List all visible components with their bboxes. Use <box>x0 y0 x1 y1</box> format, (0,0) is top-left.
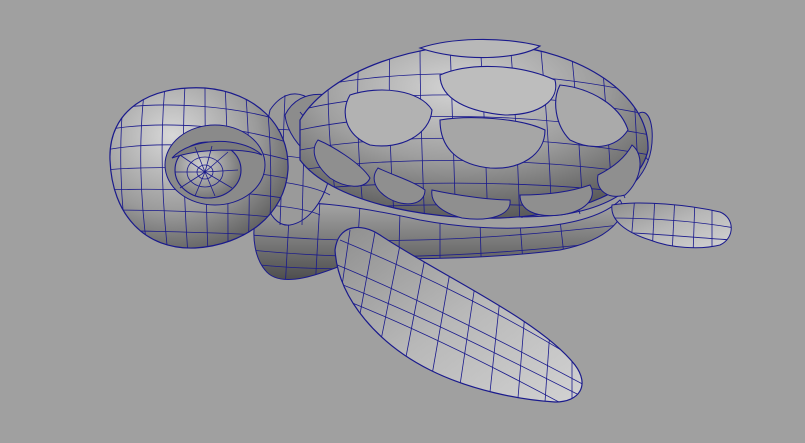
viewport-canvas[interactable] <box>0 0 805 443</box>
turtle-eye <box>164 124 266 206</box>
3d-viewport[interactable] <box>0 0 805 443</box>
back-flipper <box>611 202 732 249</box>
